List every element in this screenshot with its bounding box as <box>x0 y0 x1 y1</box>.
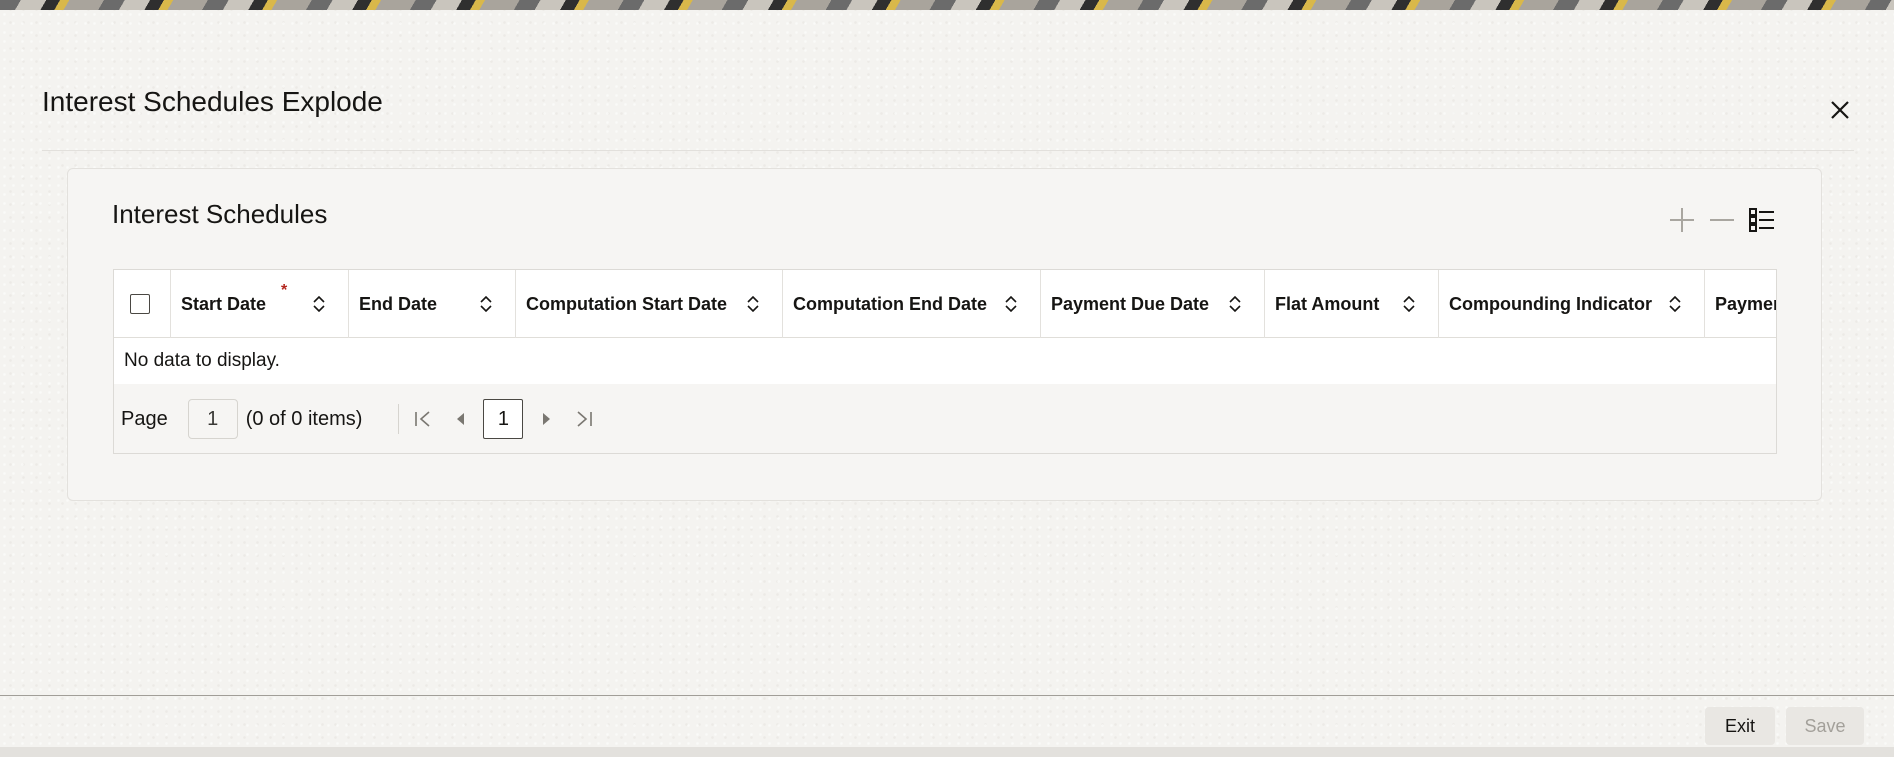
column-header-payment-due-date[interactable]: Payment Due Date <box>1041 270 1265 338</box>
last-page-icon <box>577 411 593 427</box>
column-label: Computation End Date <box>793 293 987 314</box>
top-banner <box>0 0 1894 10</box>
pagination: Page 1 (0 of 0 items) 1 <box>114 384 1776 453</box>
column-label: Compounding Indicator <box>1449 293 1652 314</box>
interest-schedules-panel: Interest Schedules Start Date * End Date… <box>67 168 1822 501</box>
close-button[interactable] <box>1824 94 1856 126</box>
pager-divider <box>398 404 400 434</box>
footer-divider <box>0 695 1894 696</box>
exit-button[interactable]: Exit <box>1705 707 1775 745</box>
column-header-payment[interactable]: Paymen <box>1705 270 1776 338</box>
panel-title: Interest Schedules <box>112 199 328 229</box>
previous-page-icon <box>457 413 465 425</box>
table-header-row: Start Date * End Date Computation Start … <box>114 270 1776 338</box>
page-number-input[interactable]: 1 <box>187 399 238 439</box>
sort-icon[interactable] <box>312 296 326 312</box>
close-icon <box>1831 101 1849 119</box>
column-label: Payment Due Date <box>1051 293 1210 314</box>
sort-icon[interactable] <box>746 296 760 312</box>
save-button[interactable]: Save <box>1786 707 1864 745</box>
column-header-computation-end-date[interactable]: Computation End Date <box>783 270 1041 338</box>
sort-icon[interactable] <box>479 296 493 312</box>
column-header-compounding-indicator[interactable]: Compounding Indicator <box>1439 270 1705 338</box>
column-header-flat-amount[interactable]: Flat Amount <box>1265 270 1439 338</box>
page-label: Page <box>121 407 168 430</box>
add-row-button[interactable] <box>1667 205 1697 235</box>
minus-icon <box>1710 219 1734 221</box>
dialog-title: Interest Schedules Explode <box>42 86 383 117</box>
select-all-checkbox[interactable] <box>130 294 150 314</box>
column-label: Computation Start Date <box>526 293 728 314</box>
list-view-icon <box>1749 208 1774 232</box>
sort-icon[interactable] <box>1004 296 1018 312</box>
sort-icon[interactable] <box>1668 296 1682 312</box>
empty-message: No data to display. <box>114 338 1776 384</box>
column-header-end-date[interactable]: End Date <box>349 270 516 338</box>
first-page-icon <box>415 411 430 427</box>
select-all-cell <box>114 270 171 338</box>
delete-row-button[interactable] <box>1707 205 1737 235</box>
grid-toolbar <box>1667 205 1777 235</box>
bottom-strip <box>0 747 1894 757</box>
title-divider <box>42 150 1854 151</box>
required-marker: * <box>281 282 288 299</box>
column-header-computation-start-date[interactable]: Computation Start Date <box>516 270 783 338</box>
column-header-start-date[interactable]: Start Date * <box>171 270 349 338</box>
sort-icon[interactable] <box>1228 296 1242 312</box>
plus-icon <box>1670 208 1694 232</box>
single-record-view-button[interactable] <box>1747 205 1777 235</box>
last-page-button[interactable] <box>571 404 597 434</box>
current-page-button[interactable]: 1 <box>483 399 524 439</box>
column-label: Flat Amount <box>1275 293 1380 314</box>
interest-schedules-table: Start Date * End Date Computation Start … <box>113 269 1777 454</box>
item-count: (0 of 0 items) <box>245 407 363 430</box>
column-label: End Date <box>359 293 438 314</box>
dialog: Interest Schedules Explode Interest Sche… <box>0 10 1894 747</box>
previous-page-button[interactable] <box>447 404 473 434</box>
column-label: Start Date <box>181 293 267 314</box>
first-page-button[interactable] <box>410 404 436 434</box>
sort-icon[interactable] <box>1402 296 1416 312</box>
column-label: Paymen <box>1715 293 1776 314</box>
next-page-button[interactable] <box>534 404 560 434</box>
next-page-icon <box>543 413 551 425</box>
